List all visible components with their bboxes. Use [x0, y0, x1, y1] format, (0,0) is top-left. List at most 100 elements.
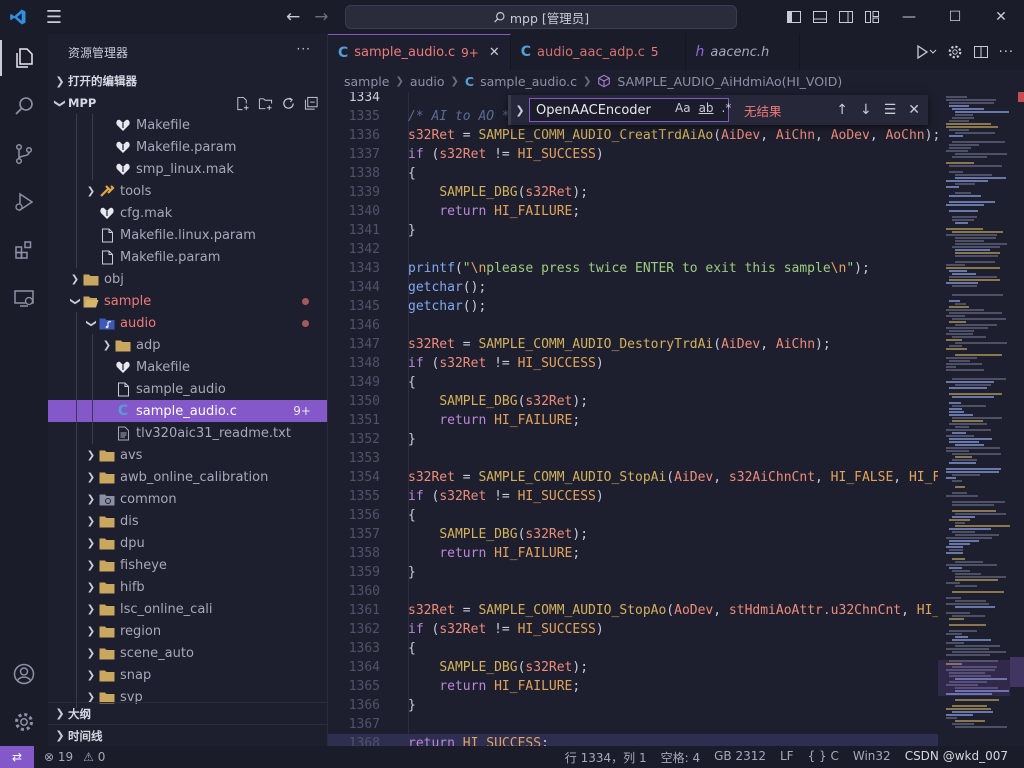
new-folder-icon[interactable]: [258, 96, 273, 111]
minimap-line: [946, 450, 969, 452]
code-line: 1346: [328, 316, 938, 335]
breadcrumb-item[interactable]: audio: [410, 74, 445, 89]
tree-item[interactable]: Makefile: [48, 356, 327, 378]
tree-item[interactable]: cfg.mak: [48, 202, 327, 224]
tree-item[interactable]: ❯ common: [48, 488, 327, 510]
split-editor-icon[interactable]: [973, 44, 989, 60]
code-text: }: [408, 223, 416, 238]
settings-gear-icon[interactable]: [0, 698, 48, 746]
source-control-icon[interactable]: [0, 130, 48, 178]
vertical-scrollbar[interactable]: [1010, 92, 1024, 746]
timeline-section[interactable]: ❯ 时间线: [48, 724, 327, 746]
forward-arrow-icon[interactable]: →: [314, 7, 328, 27]
settings-gear-icon[interactable]: [947, 44, 963, 60]
tree-item[interactable]: ❯ awb_online_calibration: [48, 466, 327, 488]
toggle-secondary-sidebar-icon[interactable]: [838, 9, 854, 25]
remote-explorer-icon[interactable]: [0, 274, 48, 322]
breadcrumb-item[interactable]: sample_audio.c: [480, 74, 577, 89]
indentation[interactable]: 空格: 4: [661, 749, 701, 766]
arrow-down-icon[interactable]: ↓: [860, 102, 872, 118]
match-case-toggle[interactable]: Aa: [675, 101, 691, 115]
tree-item-label: sample_audio: [136, 381, 226, 397]
breadcrumb-item[interactable]: sample: [344, 74, 389, 89]
close-tab-icon[interactable]: ✕: [489, 45, 500, 60]
extensions-icon[interactable]: [0, 226, 48, 274]
code-line: 1345 getchar();: [328, 297, 938, 316]
minimize-button[interactable]: —: [886, 0, 932, 34]
title-bar: ☰ ← → mpp [管理员] — ☐ ✕: [0, 0, 1024, 34]
tree-item[interactable]: Makefile.param: [48, 246, 327, 268]
tree-item[interactable]: ❯ sample: [48, 290, 327, 312]
activity-bar: [0, 34, 48, 746]
toggle-replace-icon[interactable]: ❯: [511, 104, 529, 117]
language-mode[interactable]: { } C: [808, 749, 839, 766]
run-file-icon[interactable]: [915, 44, 937, 60]
customize-layout-icon[interactable]: [864, 9, 880, 25]
tree-item[interactable]: Makefile: [48, 114, 327, 136]
refresh-icon[interactable]: [281, 96, 296, 111]
tree-item[interactable]: ❯ dpu: [48, 532, 327, 554]
tab-sample-audio-c[interactable]: C sample_audio.c 9+ ✕: [328, 34, 511, 70]
tree-item[interactable]: smp_linux.mak: [48, 158, 327, 180]
encoding[interactable]: GB 2312: [714, 749, 766, 766]
maximize-button[interactable]: ☐: [932, 0, 978, 34]
breadcrumb-item[interactable]: SAMPLE_AUDIO_AiHdmiAo(HI_VOID): [617, 74, 842, 89]
toggle-primary-sidebar-icon[interactable]: [786, 9, 802, 25]
end-of-line[interactable]: LF: [780, 749, 794, 766]
run-debug-icon[interactable]: [0, 178, 48, 226]
tree-item[interactable]: ❯ obj: [48, 268, 327, 290]
line-number: 1355: [348, 489, 380, 504]
use-regex-toggle[interactable]: .*: [722, 101, 732, 115]
folder-icon: [98, 601, 116, 617]
tree-item[interactable]: ❯ avs: [48, 444, 327, 466]
back-arrow-icon[interactable]: ←: [286, 7, 300, 27]
tree-item[interactable]: Csample_audio.c 9+: [48, 400, 327, 422]
collapse-all-icon[interactable]: [304, 96, 319, 111]
more-actions-icon[interactable]: ···: [297, 42, 311, 56]
scrollbar-thumb[interactable]: [1010, 657, 1024, 687]
minimap-slider[interactable]: [938, 660, 1010, 696]
tree-item[interactable]: Makefile.param: [48, 136, 327, 158]
minimap-line: [949, 414, 973, 416]
mpp-root-section[interactable]: ❯ MPP: [48, 92, 327, 114]
open-editors-section[interactable]: ❯ 打开的编辑器: [48, 70, 327, 92]
tree-item[interactable]: ❯ adp: [48, 334, 327, 356]
more-actions-icon[interactable]: ···: [999, 45, 1014, 60]
new-file-icon[interactable]: [235, 96, 250, 111]
tree-item[interactable]: ❯ scene_auto: [48, 642, 327, 664]
account-icon[interactable]: [0, 650, 48, 698]
tree-item[interactable]: ❯ snap: [48, 664, 327, 686]
find-in-selection-icon[interactable]: ☰: [884, 102, 897, 118]
tree-item[interactable]: ❯ audio: [48, 312, 327, 334]
minimap-line: [949, 462, 976, 464]
tree-item[interactable]: sample_audio: [48, 378, 327, 400]
tree-indent-guide: [92, 356, 93, 378]
outline-section[interactable]: ❯ 大纲: [48, 702, 327, 724]
minimap[interactable]: [938, 92, 1010, 746]
explorer-icon[interactable]: [0, 34, 48, 82]
tab-aacenc-h[interactable]: h aacenc.h: [686, 34, 801, 70]
code-editor[interactable]: 1334 1335 /* AI to AO */ 1336 s32Ret = SAMPL…: [328, 92, 938, 746]
tree-item[interactable]: ❯ region: [48, 620, 327, 642]
remote-indicator-icon[interactable]: ⇄: [0, 746, 34, 768]
close-window-button[interactable]: ✕: [978, 0, 1024, 34]
tab-audio-aac-adp-c[interactable]: C audio_aac_adp.c 5: [511, 34, 686, 70]
tree-item-label: awb_online_calibration: [120, 469, 269, 485]
tree-item[interactable]: ❯ hifb: [48, 576, 327, 598]
command-center[interactable]: mpp [管理员]: [345, 5, 737, 29]
platform[interactable]: Win32: [853, 749, 891, 766]
toggle-panel-icon[interactable]: [812, 9, 828, 25]
close-icon[interactable]: ✕: [908, 102, 920, 118]
tree-item[interactable]: ❯ dis: [48, 510, 327, 532]
tree-item[interactable]: ❯ tools: [48, 180, 327, 202]
arrow-up-icon[interactable]: ↑: [836, 102, 848, 118]
problems-indicator[interactable]: ⊗ 19 ⚠ 0: [44, 750, 105, 764]
tree-item[interactable]: ❯ fisheye: [48, 554, 327, 576]
search-icon[interactable]: [0, 82, 48, 130]
cursor-position[interactable]: 行 1334，列 1: [565, 749, 647, 766]
match-whole-word-toggle[interactable]: ab: [699, 101, 714, 115]
tree-item[interactable]: ❯ lsc_online_cali: [48, 598, 327, 620]
hamburger-menu-icon[interactable]: ☰: [36, 0, 72, 34]
tree-item[interactable]: Makefile.linux.param: [48, 224, 327, 246]
tree-item[interactable]: tlv320aic31_readme.txt: [48, 422, 327, 444]
